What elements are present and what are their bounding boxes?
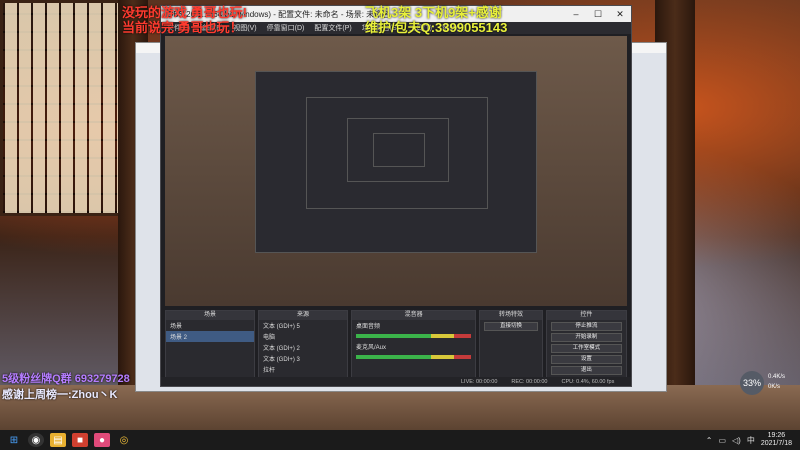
mixer-track-label: 桌面音频 [356, 324, 381, 330]
nested-preview-2 [306, 97, 488, 209]
source-item[interactable]: 电脑 [259, 331, 347, 342]
volume-meter [356, 355, 472, 359]
menu-docks[interactable]: 停靠窗口(D) [267, 23, 305, 33]
stop-streaming-button[interactable]: 停止推流 [550, 322, 622, 331]
scene-item-selected[interactable]: 场景 2 [166, 331, 254, 342]
cpu-status: CPU: 0.4%, 60.00 fps [561, 378, 615, 385]
mixer-track-label: 麦克风/Aux [356, 345, 387, 351]
settings-button[interactable]: 设置 [550, 355, 622, 364]
clock-date: 2021/7/18 [760, 440, 792, 447]
app-icon-2[interactable]: ● [94, 433, 110, 447]
app-icon[interactable]: ■ [72, 433, 88, 447]
windows-icon[interactable]: ⊞ [6, 433, 22, 447]
net-upload: 0.4K/s [768, 374, 786, 380]
source-item[interactable]: 文本 (GDI+) 3 [259, 353, 347, 364]
sources-dock: 来源 文本 (GDI+) 5 电脑 文本 (GDI+) 2 文本 (GDI+) … [258, 310, 348, 380]
cpu-usage-badge: 33% [740, 371, 764, 395]
wooden-lattice-window [0, 0, 136, 216]
source-item[interactable]: 文本 (GDI+) 2 [259, 342, 347, 353]
close-button[interactable]: ✕ [609, 9, 631, 20]
obs-icon[interactable]: ◉ [28, 433, 44, 447]
mixer-dock: 混音器 桌面音频 麦克风/Aux [351, 310, 477, 380]
scene-item[interactable]: 场景 [166, 320, 254, 331]
scenes-header: 场景 [166, 311, 254, 320]
dock-row: 场景 场景 场景 2 来源 文本 (GDI+) 5 电脑 文本 (GDI+) 2… [165, 310, 627, 380]
overlay-fan-group: 5级粉丝牌Q群 693279728 [2, 373, 130, 385]
network-icon[interactable]: ▭ [718, 436, 726, 445]
controls-header: 控件 [546, 311, 626, 320]
nested-preview-4 [373, 133, 425, 167]
source-item[interactable]: 拉杆 [259, 364, 347, 375]
controls-dock: 控件 停止推流 开始录制 工作室模式 设置 退出 [545, 310, 627, 380]
menu-profile[interactable]: 配置文件(P) [314, 23, 351, 33]
chrome-icon[interactable]: ◎ [116, 433, 132, 447]
chevron-up-icon[interactable]: ⌃ [706, 436, 713, 445]
folder-icon[interactable]: ▤ [50, 433, 66, 447]
system-tray: ⌃ ▭ ◁) 中 19:26 2021/7/18 [706, 432, 800, 448]
clock-time: 19:26 [767, 432, 786, 439]
source-item[interactable]: 文本 (GDI+) 5 [259, 320, 347, 331]
taskbar: ⊞ ◉ ▤ ■ ● ◎ ⌃ ▭ ◁) 中 19:26 2021/7/18 [0, 430, 800, 450]
overlay-yellow-line-2: 维护/包夫Q:3399055143 [365, 20, 508, 35]
scenes-dock: 场景 场景 场景 2 [165, 310, 255, 380]
status-bar: LIVE: 00:00:00 REC: 00:00:00 CPU: 0.4%, … [161, 377, 631, 386]
nested-preview-3 [347, 118, 449, 182]
preview-canvas[interactable] [165, 36, 627, 306]
rec-status: REC: 00:00:00 [511, 378, 548, 385]
overlay-thanks: 感谢上周榜一:Zhou丶K [2, 389, 118, 401]
volume-meter [356, 334, 472, 338]
clock[interactable]: 19:26 2021/7/18 [761, 432, 792, 448]
sources-header: 来源 [259, 311, 347, 320]
start-recording-button[interactable]: 开始录制 [550, 333, 622, 342]
maximize-button[interactable]: ☐ [587, 9, 609, 20]
nested-preview-1 [255, 71, 537, 253]
ime-icon[interactable]: 中 [747, 435, 755, 446]
exit-button[interactable]: 退出 [550, 366, 622, 375]
mixer-header: 混音器 [352, 311, 476, 320]
studio-mode-button[interactable]: 工作室模式 [550, 344, 622, 353]
transition-select[interactable]: 直接切换 [484, 322, 538, 331]
overlay-red-line-2: 当前说完 勇哥也玩！ [122, 20, 243, 35]
obs-window[interactable]: OBS 26.1.1 (64-bit, windows) - 配置文件: 未命名… [160, 5, 632, 387]
minimize-button[interactable]: – [565, 9, 587, 19]
transitions-dock: 转场特效 直接切换 [479, 310, 543, 380]
net-download: 0K/s [768, 384, 781, 390]
volume-icon[interactable]: ◁) [732, 436, 741, 445]
live-status: LIVE: 00:00:00 [461, 378, 498, 385]
transitions-header: 转场特效 [480, 311, 542, 320]
